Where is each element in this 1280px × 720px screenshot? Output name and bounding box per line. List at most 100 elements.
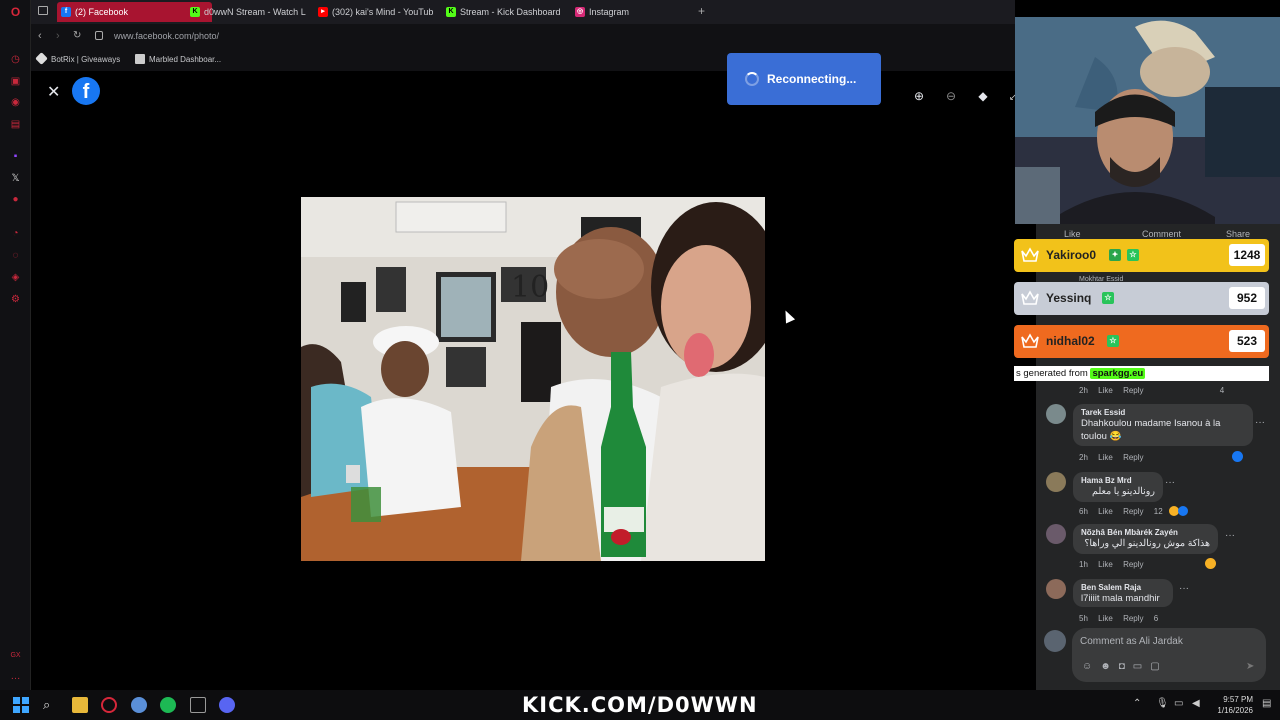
x-icon[interactable]: 𝕏: [9, 172, 22, 185]
more-icon[interactable]: …: [9, 670, 22, 683]
tab-kick-stream[interactable]: K d0wwN Stream - Watch L: [186, 2, 306, 22]
spinner-icon: [745, 72, 759, 86]
star-badge-icon: ☆: [1102, 292, 1114, 304]
kick-icon: K: [190, 7, 200, 17]
comment-meta: 1h Like Reply: [1079, 560, 1144, 569]
twitch-icon[interactable]: ▪: [9, 150, 22, 163]
app-icon[interactable]: [131, 697, 147, 713]
gif-icon[interactable]: ▭: [1133, 661, 1150, 672]
close-icon[interactable]: ✕: [47, 82, 60, 102]
system-clock[interactable]: 9:57 PM 1/16/2026: [1211, 694, 1253, 716]
tag-icon[interactable]: ◆: [973, 86, 993, 106]
current-user-avatar[interactable]: [1044, 630, 1066, 652]
volume-icon[interactable]: ◀: [1192, 698, 1200, 709]
back-history-icon[interactable]: ◷: [9, 53, 22, 66]
more-options-icon[interactable]: ···: [1255, 417, 1265, 428]
crown-icon: [1021, 290, 1039, 305]
comment-author[interactable]: Tarek Essid: [1081, 408, 1245, 417]
app-window-icon[interactable]: [190, 697, 206, 713]
spotify-icon[interactable]: [160, 697, 176, 713]
notifications-icon[interactable]: ▤: [1262, 698, 1271, 709]
share-action[interactable]: Share: [1226, 229, 1250, 239]
comment-like[interactable]: Like: [1098, 453, 1113, 462]
camera-icon[interactable]: ◘: [1119, 661, 1133, 672]
history-icon[interactable]: ◌: [9, 249, 22, 262]
more-options-icon[interactable]: ···: [1225, 530, 1235, 541]
facebook-logo-icon[interactable]: f: [72, 77, 100, 105]
reload-icon[interactable]: ↻: [73, 30, 81, 41]
dashboard-icon: [135, 54, 145, 64]
tab-instagram[interactable]: ◎ Instagram: [571, 2, 661, 22]
comment-reply[interactable]: Reply: [1123, 614, 1143, 623]
discord-icon[interactable]: [219, 697, 235, 713]
zoom-in-icon[interactable]: ⊕: [909, 86, 929, 106]
kick-banner: KICK.COM/D0WWN: [522, 693, 758, 717]
like-action[interactable]: Like: [1064, 229, 1081, 239]
back-arrow-icon[interactable]: ‹: [38, 30, 42, 42]
more-options-icon[interactable]: ···: [1179, 583, 1189, 594]
crown-icon: [1021, 333, 1039, 348]
tab-youtube[interactable]: ▸ (302) kai's Mind - YouTub: [314, 2, 434, 22]
emoji-icon[interactable]: ☻: [1100, 661, 1119, 672]
clock-icon[interactable]: ◔: [9, 227, 22, 240]
forward-arrow-icon[interactable]: ›: [56, 30, 60, 42]
search-icon[interactable]: ⌕: [43, 697, 59, 713]
gx-icon[interactable]: GX: [9, 649, 22, 662]
youtube-music-icon[interactable]: ●: [9, 193, 22, 206]
avatar[interactable]: [1046, 404, 1066, 424]
webcam-overlay: [1015, 17, 1280, 224]
comment-like[interactable]: Like: [1098, 507, 1113, 516]
opera-gx-icon[interactable]: [101, 697, 117, 713]
send-icon[interactable]: ➤: [1246, 661, 1254, 672]
url-field[interactable]: www.facebook.com/photo/: [114, 31, 219, 41]
microphone-icon[interactable]: 🎙: [1156, 698, 1169, 709]
comment-reply[interactable]: Reply: [1123, 453, 1143, 462]
avatar[interactable]: [1046, 579, 1066, 599]
tab-manager-icon[interactable]: [38, 6, 48, 15]
bookmark-botrix[interactable]: BotRix | Giveaways: [51, 55, 120, 64]
settings-gear-icon[interactable]: ⚙: [9, 293, 22, 306]
avatar-sticker-icon[interactable]: ☺: [1082, 661, 1100, 672]
comment-like[interactable]: Like: [1098, 386, 1113, 395]
comment-bubble: Hama Bz Mrd رونالدينو يا معلم: [1073, 472, 1163, 502]
sticker-icon[interactable]: ▢: [1150, 661, 1167, 672]
comment-action[interactable]: Comment: [1142, 229, 1181, 239]
post-photo[interactable]: 10: [301, 197, 765, 561]
more-options-icon[interactable]: ···: [1165, 477, 1175, 488]
generated-from-label: s generated from sparkgg.eu: [1014, 366, 1269, 381]
clock-time: 9:57 PM: [1223, 695, 1253, 704]
comment-reply[interactable]: Reply: [1123, 386, 1143, 395]
generated-site: sparkgg.eu: [1090, 368, 1146, 379]
comment-like[interactable]: Like: [1098, 614, 1113, 623]
bookmark-marbled-dashboard[interactable]: Marbled Dashboar...: [149, 55, 221, 64]
comment-reply[interactable]: Reply: [1123, 560, 1143, 569]
youtube-icon: ▸: [318, 7, 328, 17]
zoom-out-icon[interactable]: ⊖: [941, 86, 961, 106]
generated-prefix: s generated from: [1016, 368, 1088, 379]
extensions-icon[interactable]: ◈: [9, 271, 22, 284]
windows-start-icon[interactable]: [13, 697, 29, 713]
comment-meta: 5h Like Reply 6: [1079, 614, 1158, 623]
comment-author[interactable]: Nõzhâ Bén Mbàrék Zayén: [1081, 528, 1210, 537]
notes-icon[interactable]: ▤: [9, 118, 22, 131]
comment-composer[interactable]: Comment as Ali Jardak ☺☻◘▭▢ ➤: [1072, 628, 1266, 682]
messenger-icon[interactable]: ◉: [9, 96, 22, 109]
chevron-up-icon[interactable]: ⌃: [1133, 698, 1141, 709]
comment-reply[interactable]: Reply: [1123, 507, 1143, 516]
network-icon[interactable]: ▭: [1174, 698, 1183, 709]
comment-time: 1h: [1079, 560, 1088, 569]
bag-icon[interactable]: ▣: [9, 75, 22, 88]
tab-kick-dashboard[interactable]: K Stream - Kick Dashboard: [442, 2, 567, 22]
comment-text: هذاكة موش رونالدينو الي وراها؟: [1084, 538, 1210, 549]
comment-author[interactable]: Hama Bz Mrd: [1081, 476, 1155, 485]
comment-author[interactable]: Ben Salem Raja: [1081, 583, 1165, 592]
comment-like[interactable]: Like: [1098, 560, 1113, 569]
comment-text: toulou 😂: [1081, 431, 1122, 442]
opera-logo-icon[interactable]: O: [9, 6, 22, 19]
avatar[interactable]: [1046, 524, 1066, 544]
file-explorer-icon[interactable]: [72, 697, 88, 713]
comment-input[interactable]: Comment as Ali Jardak: [1080, 636, 1183, 647]
avatar[interactable]: [1046, 472, 1066, 492]
browser-sidebar: O ◷ ▣ ◉ ▤ ▪ 𝕏 ● ◔ ◌ ◈ ⚙ GX …: [0, 0, 31, 690]
new-tab-plus-icon[interactable]: +: [698, 4, 705, 18]
